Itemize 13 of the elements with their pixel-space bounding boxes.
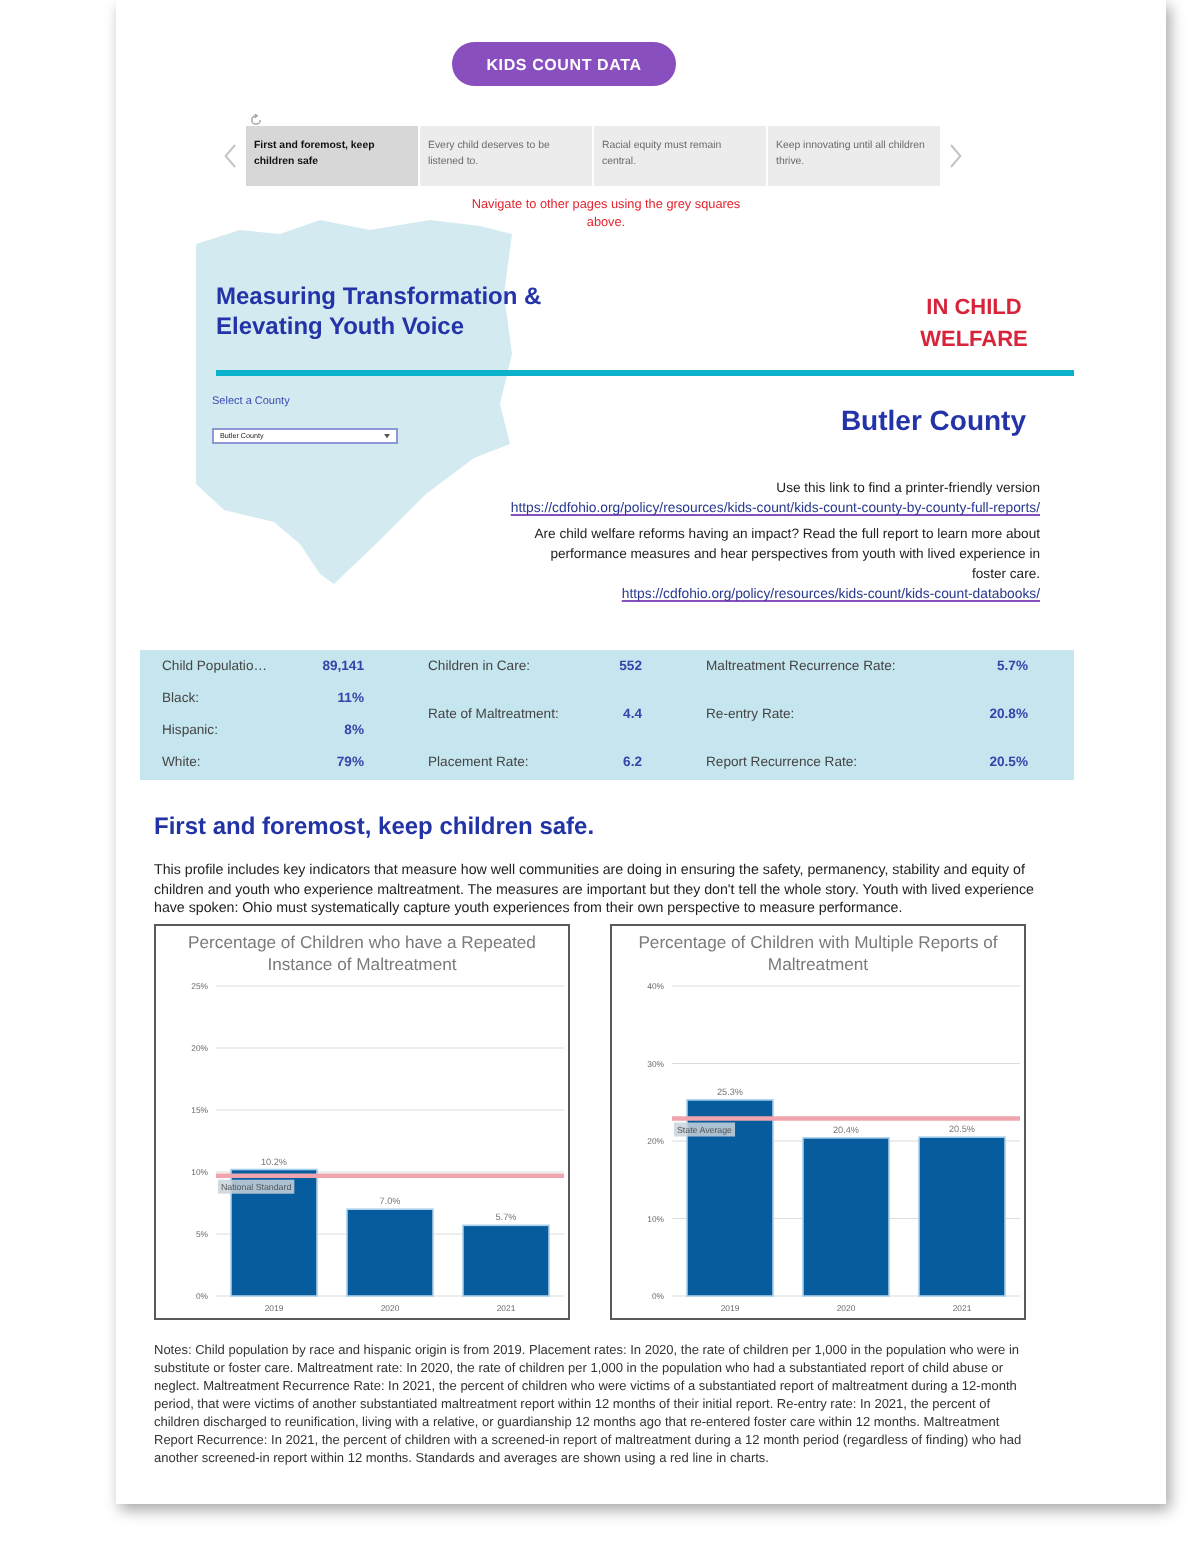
- chart-bar: [346, 1207, 434, 1296]
- county-heading: Butler County: [840, 404, 1026, 436]
- chart-title: Percentage of Children with Multiple Reports of Maltreatment: [636, 929, 1000, 975]
- section-heading: First and foremost, keep children safe.: [152, 812, 595, 840]
- caret-icon: [384, 433, 390, 439]
- chart-bar: [462, 1223, 550, 1296]
- chart-title: Percentage of Children who have a Repeated Instance of Maltreatment: [186, 929, 538, 975]
- chevron-left-icon[interactable]: [224, 144, 236, 168]
- kids-count-button[interactable]: KIDS COUNT DATA: [452, 42, 676, 86]
- report-title: Measuring Transformation & Elevating Youth Voice: [216, 282, 544, 342]
- chevron-right-icon[interactable]: [950, 144, 962, 168]
- report-subtitle: IN CHILD WELFARE: [918, 294, 1030, 356]
- refresh-icon[interactable]: [250, 114, 262, 126]
